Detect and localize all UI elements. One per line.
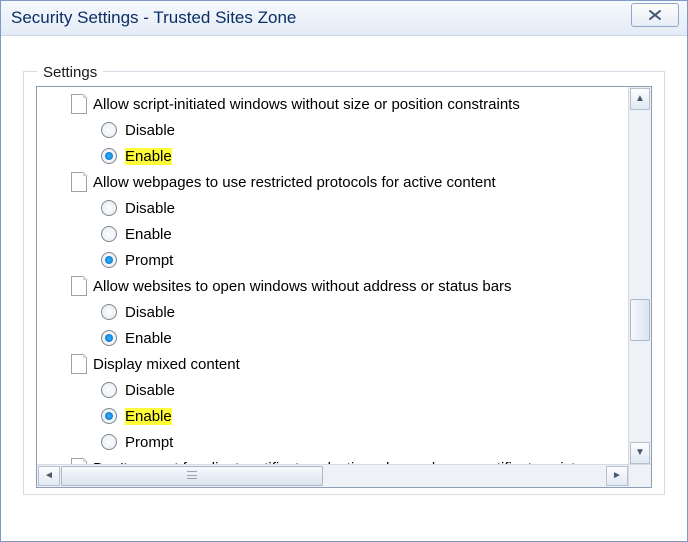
setting-option[interactable]: Prompt xyxy=(41,247,629,273)
horizontal-scroll-track[interactable] xyxy=(61,466,605,486)
settings-fieldset-label: Settings xyxy=(37,64,103,81)
setting-group-title: Allow websites to open windows without a… xyxy=(93,278,512,295)
setting-option[interactable]: Disable xyxy=(41,377,629,403)
setting-option-label: Enable xyxy=(125,148,172,165)
radio-button[interactable] xyxy=(101,382,117,398)
radio-button[interactable] xyxy=(101,122,117,138)
settings-tree-pane: Allow script-initiated windows without s… xyxy=(36,86,652,488)
close-button[interactable] xyxy=(631,3,679,27)
radio-button[interactable] xyxy=(101,200,117,216)
setting-option[interactable]: Prompt xyxy=(41,429,629,455)
scroll-right-button[interactable]: ► xyxy=(606,466,628,486)
setting-group-header[interactable]: Allow webpages to use restricted protoco… xyxy=(41,169,629,195)
dialog-body: Settings Allow script-initiated windows … xyxy=(1,36,687,517)
setting-group-title: Allow webpages to use restricted protoco… xyxy=(93,174,496,191)
setting-option[interactable]: Disable xyxy=(41,299,629,325)
scroll-up-button[interactable]: ▲ xyxy=(630,88,650,110)
setting-option[interactable]: Enable xyxy=(41,403,629,429)
setting-option-label: Disable xyxy=(125,382,175,399)
setting-group-title: Display mixed content xyxy=(93,356,240,373)
horizontal-scroll-thumb[interactable] xyxy=(61,466,323,486)
setting-group-header[interactable]: Display mixed content xyxy=(41,351,629,377)
radio-button[interactable] xyxy=(101,434,117,450)
setting-option-label: Disable xyxy=(125,304,175,321)
setting-option-label: Enable xyxy=(125,226,172,243)
setting-option-label: Prompt xyxy=(125,434,173,451)
scroll-left-button[interactable]: ◄ xyxy=(38,466,60,486)
setting-group: Allow webpages to use restricted protoco… xyxy=(41,169,629,273)
vertical-scroll-thumb[interactable] xyxy=(630,299,650,341)
radio-button[interactable] xyxy=(101,408,117,424)
titlebar: Security Settings - Trusted Sites Zone xyxy=(1,1,687,36)
vertical-scrollbar[interactable]: ▲ ▼ xyxy=(628,87,651,465)
radio-button[interactable] xyxy=(101,148,117,164)
close-icon xyxy=(648,9,662,21)
chevron-down-icon: ▼ xyxy=(635,448,645,458)
radio-button[interactable] xyxy=(101,226,117,242)
radio-button[interactable] xyxy=(101,304,117,320)
setting-option-label: Enable xyxy=(125,330,172,347)
setting-group: Allow script-initiated windows without s… xyxy=(41,91,629,169)
setting-option-label: Prompt xyxy=(125,252,173,269)
setting-option-label: Disable xyxy=(125,122,175,139)
scroll-down-button[interactable]: ▼ xyxy=(630,442,650,464)
chevron-left-icon: ◄ xyxy=(44,471,54,481)
horizontal-scrollbar[interactable]: ◄ ► xyxy=(37,464,629,487)
setting-option-label: Enable xyxy=(125,408,172,425)
setting-group-header[interactable]: Allow websites to open windows without a… xyxy=(41,273,629,299)
page-icon xyxy=(71,276,87,296)
setting-option[interactable]: Enable xyxy=(41,143,629,169)
chevron-right-icon: ► xyxy=(612,471,622,481)
radio-button[interactable] xyxy=(101,330,117,346)
grip-icon xyxy=(187,471,197,479)
radio-button[interactable] xyxy=(101,252,117,268)
page-icon xyxy=(71,172,87,192)
setting-option[interactable]: Enable xyxy=(41,221,629,247)
setting-group: Display mixed content Disable Enable Prompt xyxy=(41,351,629,455)
chevron-up-icon: ▲ xyxy=(635,94,645,104)
scrollbar-corner xyxy=(628,464,651,487)
page-icon xyxy=(71,94,87,114)
setting-group: Allow websites to open windows without a… xyxy=(41,273,629,351)
setting-option[interactable]: Disable xyxy=(41,117,629,143)
setting-option-label: Disable xyxy=(125,200,175,217)
settings-fieldset: Allow script-initiated windows without s… xyxy=(23,71,665,495)
setting-group-header[interactable]: Allow script-initiated windows without s… xyxy=(41,91,629,117)
setting-group-title: Allow script-initiated windows without s… xyxy=(93,96,520,113)
vertical-scroll-track[interactable] xyxy=(630,109,650,443)
page-icon xyxy=(71,354,87,374)
dialog-window: Security Settings - Trusted Sites Zone S… xyxy=(0,0,688,542)
settings-tree[interactable]: Allow script-initiated windows without s… xyxy=(37,87,629,465)
window-title: Security Settings - Trusted Sites Zone xyxy=(11,8,296,28)
setting-option[interactable]: Enable xyxy=(41,325,629,351)
setting-option[interactable]: Disable xyxy=(41,195,629,221)
